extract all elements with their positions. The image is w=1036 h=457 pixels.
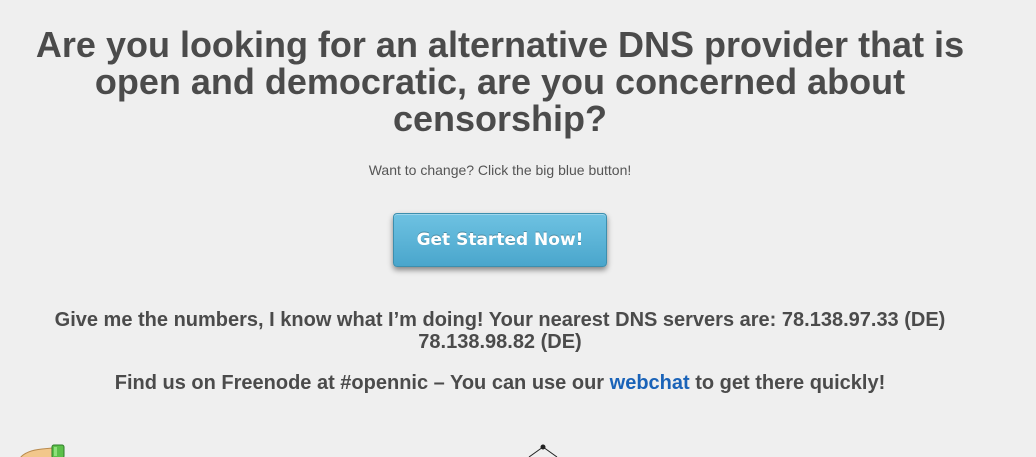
freenode-suffix: to get there quickly! (695, 372, 886, 394)
get-started-button[interactable]: Get Started Now! (393, 213, 607, 267)
dns-servers-intro: Give me the numbers, I know what I’m doi… (54, 309, 777, 331)
page-headline: Are you looking for an alternative DNS p… (35, 24, 965, 139)
page: Are you looking for an alternative DNS p… (0, 0, 1036, 457)
tagline: Want to change? Click the big blue butto… (368, 162, 632, 178)
dns-server-primary: 78.138.97.33 (DE) (781, 309, 946, 331)
dns-servers-text: Give me the numbers, I know what I’m doi… (0, 309, 1000, 353)
pin-icon (528, 444, 558, 457)
hand-icon (20, 444, 65, 457)
webchat-link[interactable]: webchat (610, 372, 690, 394)
dns-server-secondary: 78.138.98.82 (DE) (418, 331, 582, 353)
freenode-text: Find us on Freenode at #opennic – You ca… (0, 372, 1000, 395)
freenode-prefix: Find us on Freenode at #opennic – You ca… (114, 372, 605, 394)
